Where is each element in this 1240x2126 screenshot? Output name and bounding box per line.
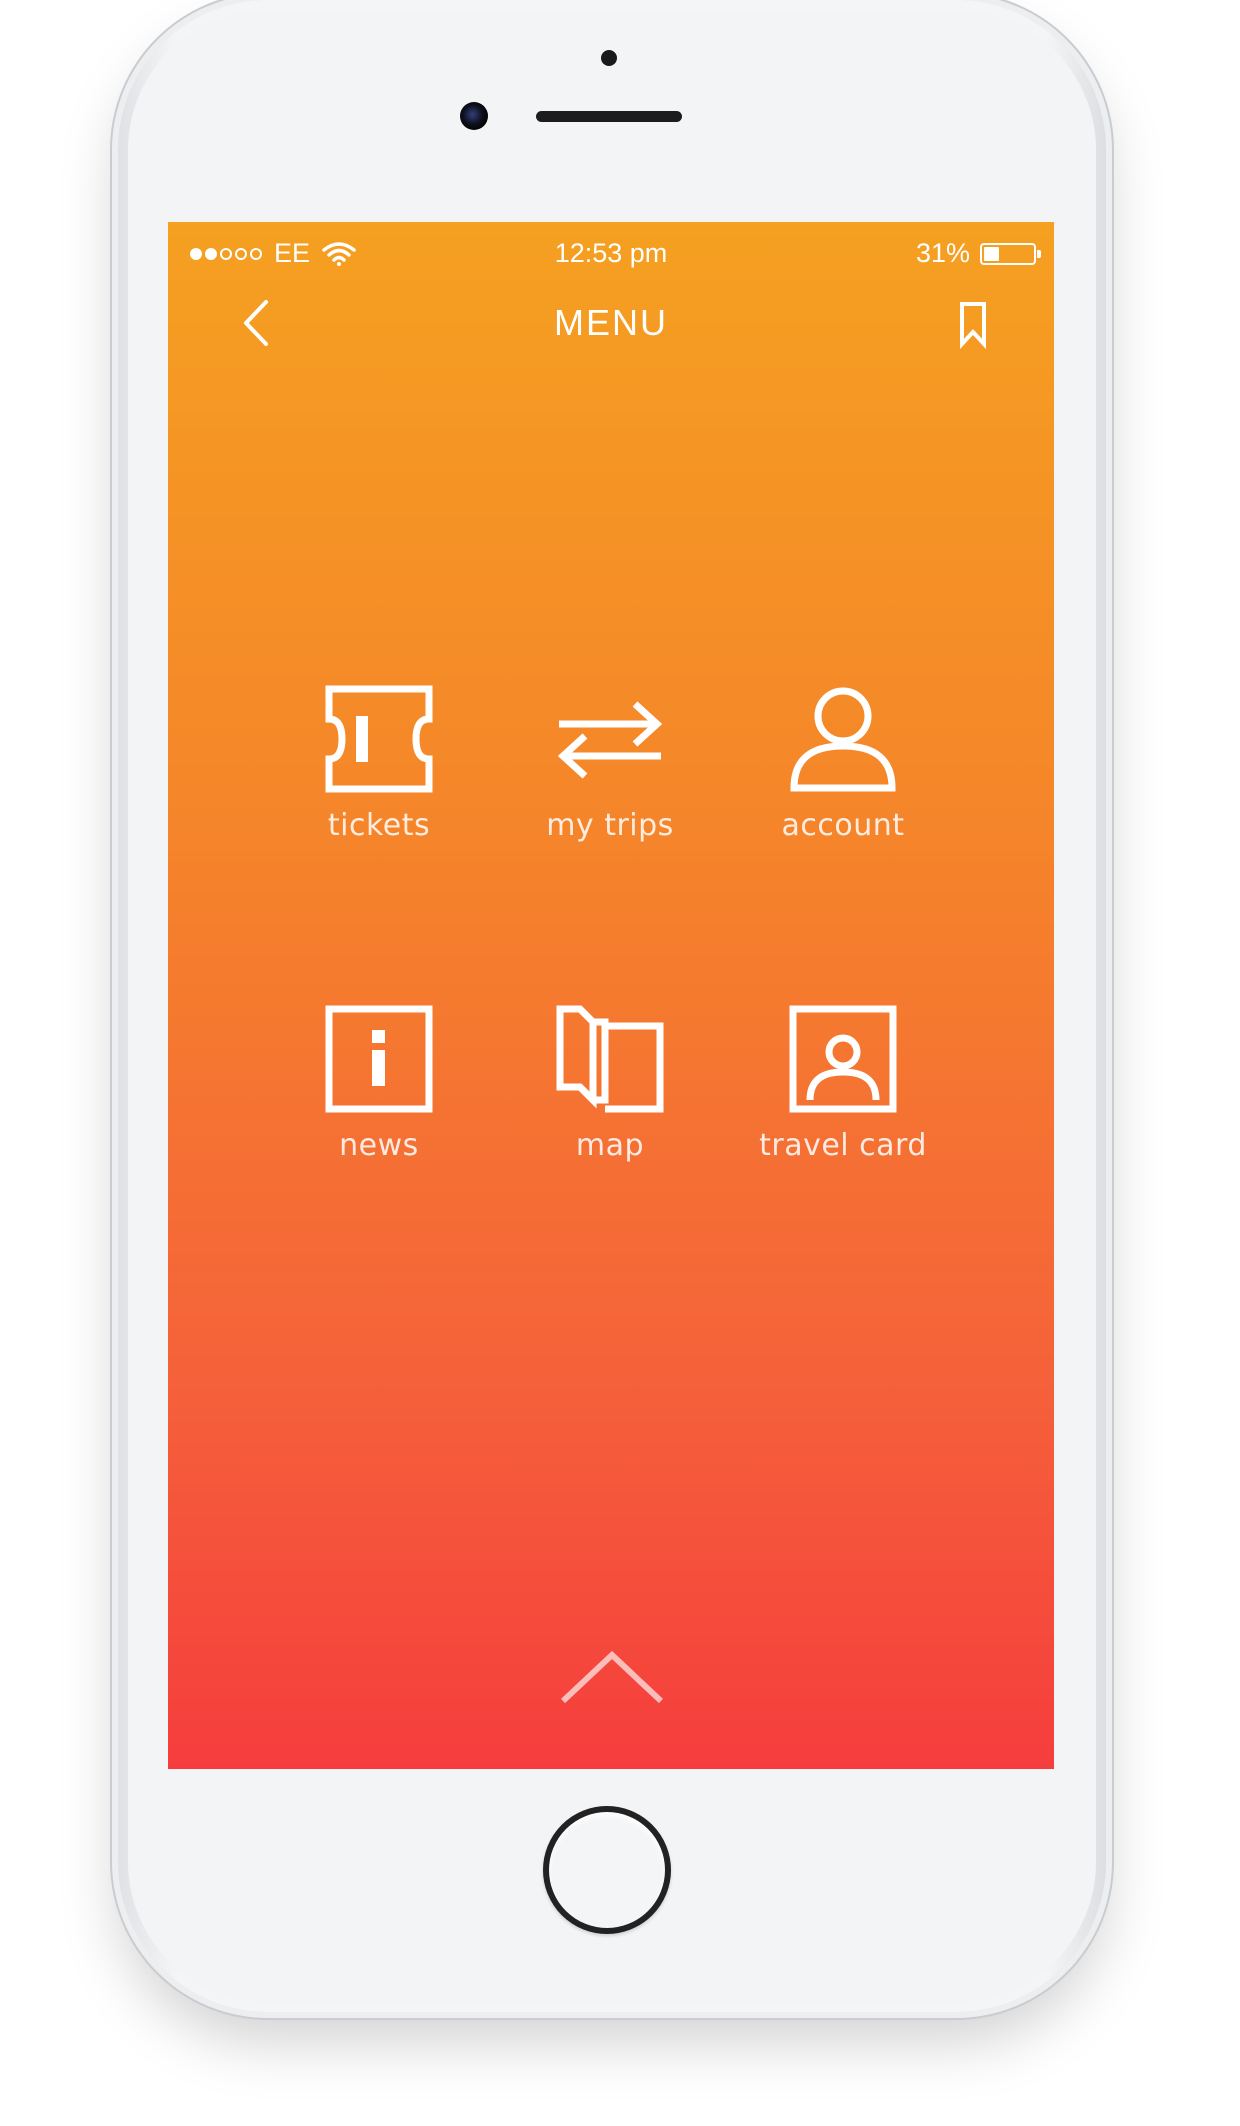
menu-item-label: travel card [759,1128,927,1163]
battery-percent: 31% [915,238,970,268]
map-icon [556,1005,664,1113]
device-mockup: EE 12:53 pm 31% MENU tickets my trips ac… [0,0,1240,2126]
menu-item-travel-card[interactable]: travel card [723,1004,963,1204]
id-card-icon [789,1005,897,1113]
swap-arrows-icon [557,701,663,779]
nav-bar: MENU [168,288,1054,352]
info-icon [325,1005,433,1113]
earpiece-speaker [536,111,682,122]
volume-down-button [110,555,118,685]
menu-item-label: account [781,808,905,843]
volume-up-button [110,390,118,520]
collapse-menu-button[interactable] [559,1647,665,1707]
menu-item-label: map [575,1128,645,1163]
front-camera [460,102,488,130]
menu-item-my-trips[interactable]: my trips [490,684,730,884]
page-title: MENU [554,302,668,343]
status-right: 31% [915,238,1041,269]
user-icon [790,687,896,792]
menu-item-label: my trips [546,808,674,843]
bookmark-button[interactable] [958,300,988,350]
menu-item-news[interactable]: news [259,1004,499,1204]
menu-item-tickets[interactable]: tickets [259,684,499,884]
ticket-icon [325,685,433,793]
menu-item-account[interactable]: account [723,684,963,884]
chevron-up-icon [560,1650,664,1704]
menu-item-label: tickets [327,808,431,843]
menu-item-label: news [339,1128,419,1163]
menu-item-map[interactable]: map [490,1004,730,1204]
proximity-sensor [601,50,617,66]
bookmark-icon [960,302,986,350]
silent-switch [110,240,118,310]
app-screen: EE 12:53 pm 31% MENU tickets my trips ac… [168,222,1054,1769]
battery-icon [980,242,1041,265]
home-button[interactable] [543,1806,671,1934]
power-button [1106,380,1114,510]
status-bar: EE 12:53 pm 31% [168,236,1054,276]
